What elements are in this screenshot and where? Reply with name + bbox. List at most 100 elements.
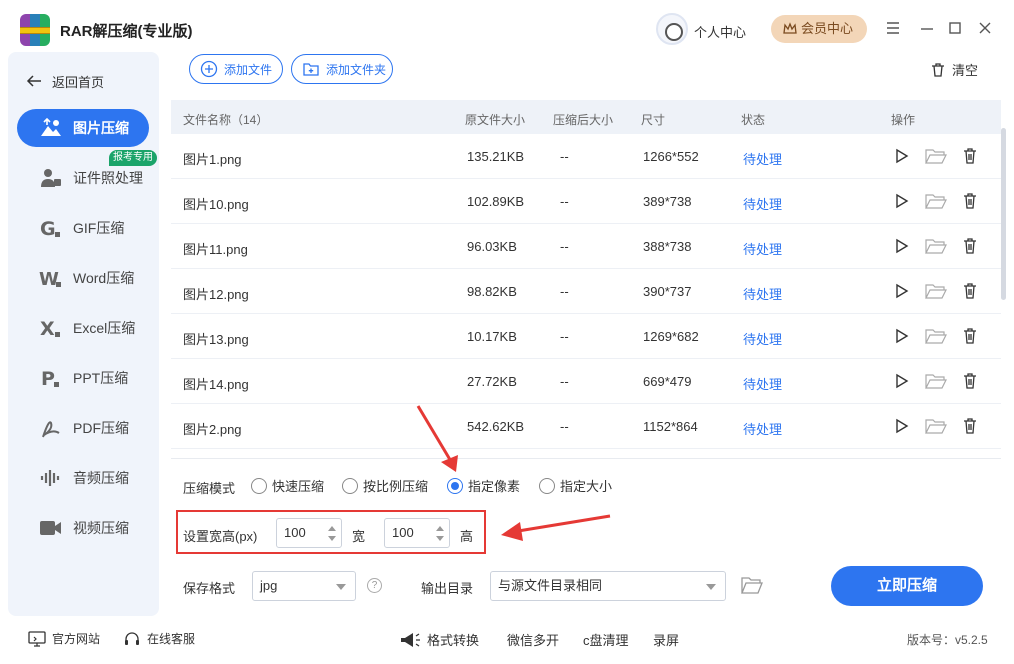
clear-button[interactable]: 清空 [930,60,978,79]
sidebar-item-image-compress[interactable]: 图片压缩 [17,109,149,147]
user-center-link[interactable]: 个人中心 [694,22,746,41]
play-icon[interactable] [892,192,910,210]
cell-status[interactable]: 待处理 [743,419,782,438]
radio-circle [251,477,267,494]
word-icon: W [39,269,61,289]
cell-status[interactable]: 待处理 [743,374,782,393]
mode-fast-radio[interactable]: 快速压缩 [251,476,324,495]
spin-down-icon[interactable] [436,536,444,541]
c-drive-clean-link[interactable]: c盘清理 [583,630,629,649]
menu-icon[interactable] [884,19,902,37]
wechat-multi-link[interactable]: 微信多开 [507,630,559,649]
vip-center-button[interactable]: 会员中心 [771,15,867,43]
close-icon[interactable] [976,19,994,37]
cell-name: 图片2.png [183,422,242,437]
trash-icon[interactable] [961,417,979,435]
format-convert-link[interactable]: 格式转换 [399,630,479,649]
trash-icon[interactable] [961,237,979,255]
table-scrollbar[interactable] [1001,128,1006,300]
table-row[interactable]: 图片12.png 98.82KB -- 390*737 待处理 [171,269,1001,314]
play-icon[interactable] [892,147,910,165]
spin-down-icon[interactable] [328,536,336,541]
add-file-button[interactable]: 添加文件 [189,54,283,84]
format-select[interactable]: jpg [252,571,356,601]
height-input[interactable]: 100 [384,518,450,548]
sidebar-item-pdf[interactable]: PDF压缩 [17,409,149,447]
play-icon[interactable] [892,327,910,345]
table-header: 文件名称（14） 原文件大小 压缩后大小 尺寸 状态 操作 [171,100,1001,134]
table-row[interactable]: 图片1.png 135.21KB -- 1266*552 待处理 [171,134,1001,179]
trash-icon[interactable] [961,372,979,390]
play-icon[interactable] [892,282,910,300]
cell-orig-size: 98.82KB [467,284,517,299]
add-file-label: 添加文件 [224,62,273,77]
cell-status[interactable]: 待处理 [743,329,782,348]
mode-ratio-radio[interactable]: 按比例压缩 [342,476,428,495]
table-row[interactable]: 图片2.png 542.62KB -- 1152*864 待处理 [171,404,1001,449]
service-link[interactable]: 在线客服 [123,630,195,647]
cell-status[interactable]: 待处理 [743,239,782,258]
trash-icon[interactable] [961,327,979,345]
dims-label: 设置宽高(px) [183,529,258,544]
header-ops: 操作 [891,113,916,127]
sidebar-item-ppt[interactable]: P PPT压缩 [17,359,149,397]
radio-circle [539,477,555,494]
folder-icon[interactable] [925,237,947,255]
start-compress-button[interactable]: 立即压缩 [831,566,983,606]
cell-dimensions: 1266*552 [643,149,699,164]
image-icon [41,117,61,136]
mode-pixel-radio[interactable]: 指定像素 [447,476,520,495]
sidebar-item-label: 音频压缩 [73,470,129,486]
cell-status[interactable]: 待处理 [743,149,782,168]
mode-size-radio[interactable]: 指定大小 [539,476,612,495]
spin-up-icon[interactable] [436,526,444,531]
cell-dimensions: 669*479 [643,374,692,389]
cell-comp-size: -- [560,284,569,299]
website-link[interactable]: 官方网站 [28,630,100,647]
trash-icon[interactable] [961,147,979,165]
back-home-button[interactable]: 返回首页 [26,71,104,91]
cell-status[interactable]: 待处理 [743,284,782,303]
table-row[interactable]: 图片13.png 10.17KB -- 1269*682 待处理 [171,314,1001,359]
output-dir-select[interactable]: 与源文件目录相同 [490,571,726,601]
screen-record-link[interactable]: 录屏 [653,630,679,649]
cell-comp-size: -- [560,329,569,344]
sidebar-item-word[interactable]: W Word压缩 [17,259,149,297]
sidebar-item-video[interactable]: 视频压缩 [17,509,149,547]
avatar[interactable] [656,13,688,45]
audio-icon [40,470,60,486]
folder-open-icon[interactable] [741,575,763,595]
table-row[interactable]: 图片10.png 102.89KB -- 389*738 待处理 [171,179,1001,224]
folder-icon[interactable] [925,147,947,165]
trash-icon[interactable] [961,192,979,210]
play-icon[interactable] [892,372,910,390]
format-convert-label: 格式转换 [427,633,480,648]
folder-icon[interactable] [925,327,947,345]
table-row[interactable]: 图片14.png 27.72KB -- 669*479 待处理 [171,359,1001,404]
table-row[interactable]: 图片11.png 96.03KB -- 388*738 待处理 [171,224,1001,269]
add-folder-button[interactable]: 添加文件夹 [291,54,393,84]
play-icon[interactable] [892,237,910,255]
play-icon[interactable] [892,417,910,435]
sidebar: 返回首页 图片压缩 证件照处理 G GIF压缩 W Word压缩 X Excel… [8,52,159,616]
sidebar-item-audio[interactable]: 音频压缩 [17,459,149,497]
folder-icon[interactable] [925,417,947,435]
width-input[interactable]: 100 [276,518,342,548]
sidebar-item-label: GIF压缩 [73,220,125,236]
mode-label: 压缩模式 [183,481,236,496]
folder-icon[interactable] [925,372,947,390]
help-icon[interactable]: ? [367,578,382,593]
sidebar-item-label: PDF压缩 [73,420,129,436]
cell-status[interactable]: 待处理 [743,194,782,213]
spin-up-icon[interactable] [328,526,336,531]
minimize-icon[interactable] [918,19,936,37]
sidebar-item-excel[interactable]: X Excel压缩 [17,309,149,347]
maximize-icon[interactable] [946,19,964,37]
sidebar-item-gif[interactable]: G GIF压缩 [17,209,149,247]
exam-badge: 报考专用 [109,150,157,166]
folder-icon[interactable] [925,282,947,300]
trash-icon[interactable] [961,282,979,300]
cell-orig-size: 135.21KB [467,149,525,164]
folder-icon[interactable] [925,192,947,210]
width-value: 100 [284,525,306,540]
